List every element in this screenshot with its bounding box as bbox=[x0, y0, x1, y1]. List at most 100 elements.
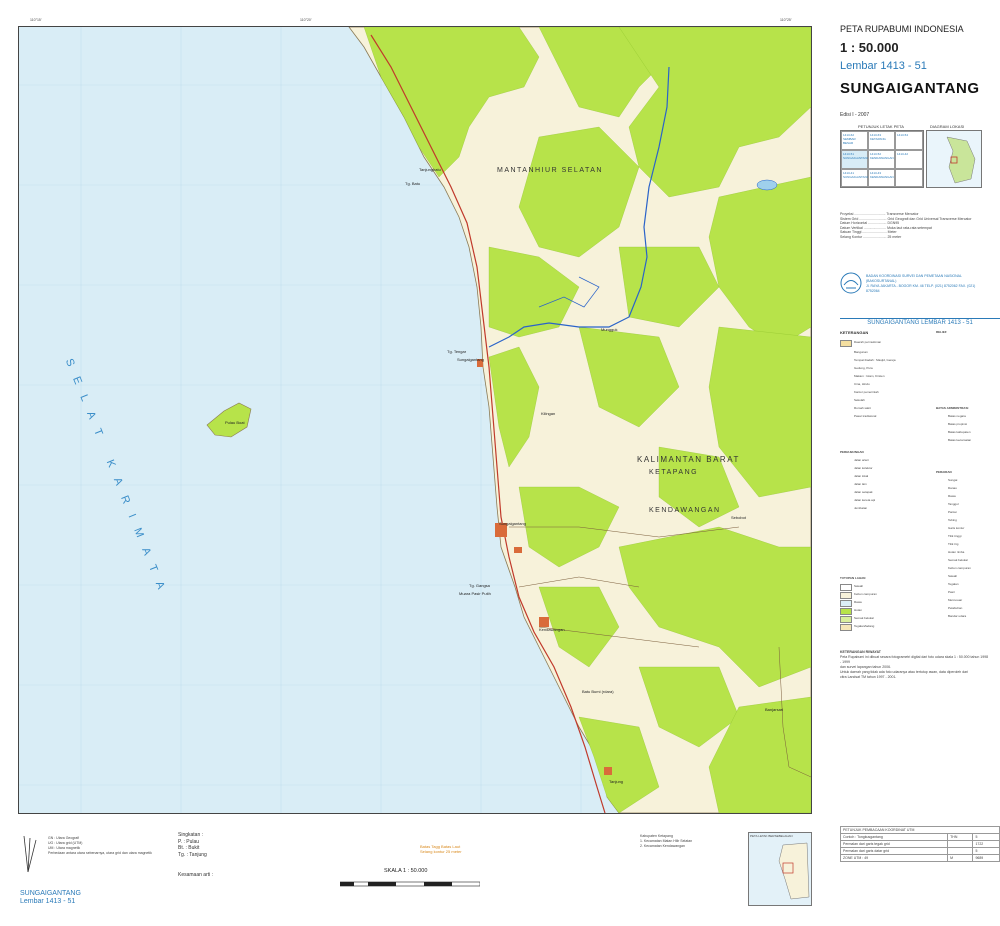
utm-cell: 5 bbox=[972, 847, 1000, 855]
legend-item: Kebun campuran bbox=[948, 566, 971, 570]
legend-title: KETERANGAN bbox=[840, 330, 869, 335]
sheet-number: Lembar 1413 - 51 bbox=[840, 60, 927, 72]
index-cell: 1413-63 KETAPANG bbox=[868, 131, 895, 150]
bakosurtanal-logo-icon bbox=[840, 272, 862, 294]
place-label: Batu Bumi (rdara) bbox=[582, 689, 614, 694]
legend-item: Bandar udara bbox=[948, 614, 967, 618]
north-note-line: Perbedaan antara utara sebenarnya, utara… bbox=[48, 851, 152, 855]
place-label: Tanjung bbox=[609, 779, 624, 784]
legend-item: Jembatan bbox=[854, 506, 868, 510]
legend-item: Tempat ibadah : Masjid, Gereja bbox=[854, 358, 896, 362]
place-label: Muara Pasir Putih bbox=[459, 591, 491, 596]
index-cell: 1413-42 bbox=[895, 150, 923, 169]
scale-text: SKALA 1 : 50.000 bbox=[384, 868, 428, 874]
abbr-item: Tg. : Tanjung bbox=[178, 851, 207, 858]
location-diagram-map bbox=[946, 136, 976, 184]
bottom-margin: GN : Utara Geografi UG : Utara grid (UTM… bbox=[0, 814, 818, 926]
legend-item: Pasar tradisional bbox=[854, 414, 877, 418]
legend-item: Hutan rimba bbox=[948, 550, 965, 554]
legend-item: Titik tinggi bbox=[948, 534, 962, 538]
legend-item: Rumah sakit bbox=[854, 406, 871, 410]
footer-sheet-number: Lembar 1413 - 51 bbox=[20, 898, 76, 905]
index-cell: 1413-52 KENDAWANGAN bbox=[868, 150, 895, 169]
legend-item: Garis kontur bbox=[948, 526, 965, 530]
legend-item: Mercusuar bbox=[948, 598, 963, 602]
legend-subhead: PERAIRAN bbox=[936, 470, 952, 474]
notes-line: Peta Rupabumi ini dibuat secara fotogram… bbox=[840, 655, 989, 664]
legend-item: Semak belukar bbox=[854, 616, 875, 620]
legend-item: Pasir bbox=[948, 590, 955, 594]
magnetic-note-line: Selang kontur 25 meter bbox=[420, 849, 462, 854]
place-label: Sebobot bbox=[731, 515, 746, 520]
legend-item: Sawah bbox=[854, 584, 864, 588]
legend-item: Gedung, Pura bbox=[854, 366, 873, 370]
legend-item: Kantor pemerintah bbox=[854, 390, 879, 394]
utm-cell: Contoh : Tongkusgantang bbox=[839, 833, 949, 841]
place-label: Kilingan bbox=[541, 411, 556, 416]
equivalent-meaning: Kesamaan arti : bbox=[178, 872, 214, 878]
utm-cell: THN bbox=[947, 833, 974, 841]
legend-item: Rawa bbox=[948, 494, 956, 498]
abbr-title: Singkatan : bbox=[178, 832, 204, 838]
legend-item: Pelabuhan bbox=[948, 606, 963, 610]
legend-item: Batas negara bbox=[948, 414, 966, 418]
map-frame[interactable]: SELAT KARIMATA MANTANHIUR SELATAN KALIMA… bbox=[18, 26, 812, 814]
legend-item: Semak belukar bbox=[948, 558, 969, 562]
agency-name: BADAN KOORDINASI SURVEI DAN PEMETAAN NAS… bbox=[866, 274, 962, 283]
inset-map bbox=[778, 842, 810, 900]
legend-item: Sungai bbox=[948, 478, 958, 482]
region-label-kalbar: KALIMANTAN BARAT bbox=[637, 455, 740, 464]
edition: Edisi I - 2007 bbox=[840, 112, 870, 118]
footer-title: SUNGAIGANTANG bbox=[20, 890, 81, 897]
district-list: Kabupaten Ketapang 1. Kecamatan Matan Hi… bbox=[640, 834, 692, 849]
legend-item: Tebing bbox=[948, 518, 957, 522]
notes-line: citra Landsat TM tahun 1997 - 2001. bbox=[840, 675, 897, 679]
legend-swatch bbox=[840, 600, 852, 607]
projection-info: Proyeksi ...............................… bbox=[840, 212, 971, 239]
legend-swatch bbox=[840, 624, 852, 631]
grid-label-top: 110°15' bbox=[30, 18, 42, 22]
utm-cell: 1722 bbox=[972, 840, 1000, 848]
legend-item: Tegalan bbox=[948, 582, 959, 586]
legend-item: Sekolah bbox=[854, 398, 865, 402]
region-label-mantanhiur: MANTANHIUR SELATAN bbox=[497, 167, 603, 174]
place-label: Tg. Tengar bbox=[447, 349, 467, 354]
legend-item: Tegalan/ladang bbox=[854, 624, 875, 628]
agency-info: BADAN KOORDINASI SURVEI DAN PEMETAAN NAS… bbox=[866, 274, 986, 294]
place-label: Sungaigantang bbox=[499, 521, 526, 526]
place-label: Tg. Batu bbox=[405, 181, 421, 186]
legend-item: Daerah permukiman bbox=[854, 340, 882, 344]
legend-subhead: PERHUBUNGAN bbox=[840, 450, 864, 454]
place-label: Sungaigantang bbox=[457, 357, 484, 362]
legend: KETERANGAN RELIEF Daerah permukiman Bang… bbox=[840, 330, 1000, 631]
utm-cell: 5 bbox=[972, 833, 1000, 841]
index-cell: 1413-54 bbox=[895, 131, 923, 150]
legend-subhead: RELIEF bbox=[936, 330, 947, 334]
north-arrow-icon bbox=[23, 835, 37, 873]
legend-item: Rawa bbox=[854, 600, 862, 604]
index-cell bbox=[895, 169, 923, 187]
place-label: Tg. Gangsa bbox=[469, 583, 490, 588]
utm-table-title: PETUNJUK PEMBACAAN KOORDINAT UTM bbox=[840, 826, 1000, 834]
legend-item: Jalan lokal bbox=[854, 474, 869, 478]
region-label-ketapang: KETAPANG bbox=[649, 469, 699, 476]
index-cell: 1413-41 SUNGAIGANTANG bbox=[841, 169, 869, 187]
legend-item: Jalan kolektor bbox=[854, 466, 873, 470]
utm-cell bbox=[947, 847, 974, 855]
legend-item: Jalan lain bbox=[854, 482, 867, 486]
index-cell-current: 1413-51 SUNGAIGANTANG bbox=[841, 150, 869, 169]
lake bbox=[756, 179, 778, 191]
map-scale: 1 : 50.000 bbox=[840, 40, 899, 55]
legend-subhead: TUTUPAN LAHAN bbox=[840, 576, 866, 580]
legend-item: Tanggul bbox=[948, 502, 959, 506]
legend-item: Batas kecamatan bbox=[948, 438, 972, 442]
place-label: Kendawangan bbox=[539, 627, 565, 632]
legend-item: Kebun campuran bbox=[854, 592, 877, 596]
legend-item: Batas kabupaten bbox=[948, 430, 971, 434]
utm-cell: 9689 bbox=[972, 854, 1000, 862]
legend-item: Cina, Hindu bbox=[854, 382, 870, 386]
district-line: 2. Kecamatan Kendawangan bbox=[640, 844, 685, 848]
grid-label-top: 110°25' bbox=[780, 18, 792, 22]
history-notes: KETERANGAN RIWAYAT Peta Rupabumi ini dib… bbox=[840, 650, 990, 680]
location-diagram bbox=[926, 130, 982, 188]
